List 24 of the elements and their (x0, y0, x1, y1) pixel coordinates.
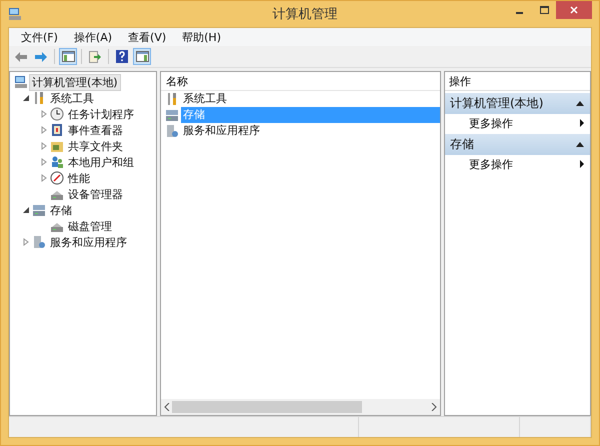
menu-item[interactable]: 操作(A) (66, 30, 120, 44)
menu-item[interactable]: 查看(V) (120, 30, 174, 44)
actions-header: 操作 (449, 74, 472, 88)
tree-item[interactable]: 计算机管理(本地) (30, 74, 120, 90)
column-header[interactable]: 名称 (166, 74, 188, 88)
action-link[interactable]: 更多操作 (469, 156, 580, 172)
tree-item[interactable]: 性能 (66, 170, 92, 186)
section-title: 存储 (450, 136, 476, 153)
menu-item[interactable]: 文件(F) (13, 30, 66, 44)
action-link[interactable]: 更多操作 (469, 116, 580, 130)
tree-item[interactable]: 服务和应用程序 (48, 234, 129, 250)
tree-item[interactable]: 设备管理器 (66, 186, 125, 202)
tree-item[interactable]: 系统工具 (48, 90, 96, 106)
tree-item[interactable]: 本地用户和组 (66, 154, 136, 170)
tree-item[interactable]: 存储 (48, 202, 74, 218)
tree-item[interactable]: 事件查看器 (66, 122, 125, 138)
tree-item[interactable]: 共享文件夹 (66, 138, 125, 154)
menu-item[interactable]: 帮助(H) (174, 30, 229, 44)
list-item[interactable]: 系统工具 (180, 91, 440, 107)
section-title: 计算机管理(本地) (450, 95, 544, 112)
tree-item[interactable]: 任务计划程序 (66, 106, 136, 122)
tree-item[interactable]: 磁盘管理 (66, 218, 114, 234)
list-item[interactable]: 服务和应用程序 (180, 123, 440, 139)
window-title: 计算机管理 (272, 6, 338, 23)
